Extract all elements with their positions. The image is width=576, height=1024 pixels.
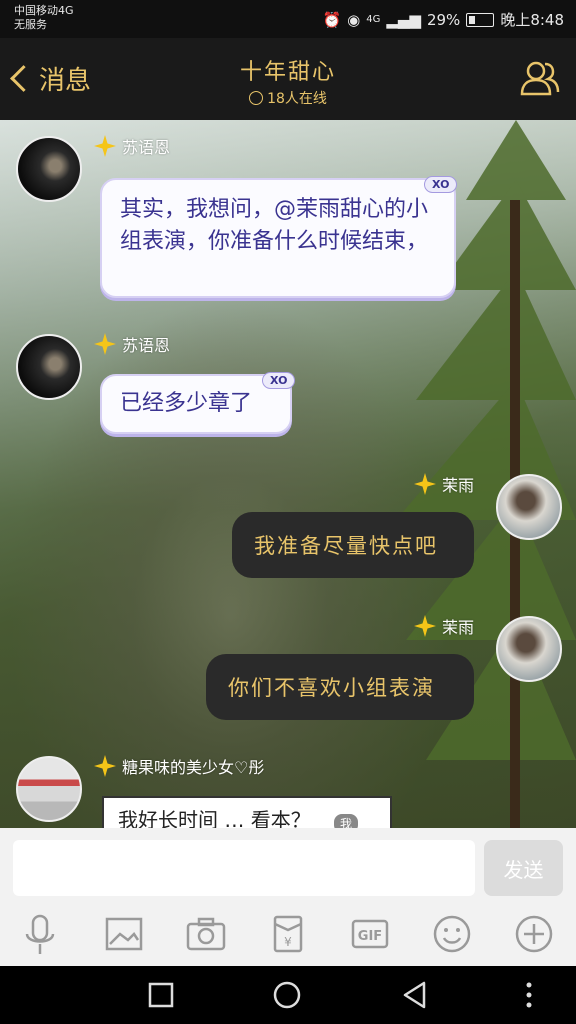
sender-name: 茉雨 [414, 472, 474, 496]
battery-percent: 29% [426, 10, 461, 29]
message-text: 我好长时间 … 看本？ [118, 808, 311, 828]
group-title: 十年甜心 [239, 60, 336, 85]
avatar-mo-yu[interactable] [496, 616, 562, 682]
group-members-icon[interactable] [518, 56, 562, 100]
sender-name: 苏语恩 [94, 332, 170, 356]
sparkle-icon [94, 333, 116, 355]
status-bar: 中国移动4G 无服务 ⏰ ◉ 4G ▂▄▆ 29% 晚上8:48 [0, 0, 576, 38]
alarm-icon: ⏰ [322, 10, 342, 29]
message-bubble[interactable]: 其实，我想问，@茉雨甜心的小组表演，你准备什么时候结束， [100, 178, 456, 298]
eye-icon: ◉ [347, 10, 361, 29]
xo-badge: XO [262, 372, 296, 389]
carrier-name: 中国移动4G [14, 4, 74, 17]
message-bubble[interactable]: 我准备尽量快点吧 [232, 512, 474, 578]
recent-apps-icon[interactable] [146, 980, 176, 1010]
message-text: 已经多少章了 [120, 391, 253, 416]
sender-name: 茉雨 [414, 614, 474, 638]
network-label: 4G [366, 14, 381, 25]
emoji-icon[interactable] [430, 912, 474, 956]
xo-badge: XO [424, 176, 458, 193]
plus-icon[interactable] [512, 912, 556, 956]
online-count: 18人在线 [0, 88, 576, 108]
chat-header: 消息 十年甜心 18人在线 [0, 38, 576, 120]
microphone-icon[interactable] [18, 912, 62, 956]
sparkle-icon [94, 755, 116, 777]
sender-name: 糖果味的美少女♡彤 [94, 754, 264, 778]
gif-icon[interactable]: GIF [348, 912, 392, 956]
input-bar: 发送 [0, 828, 576, 900]
carrier-info: 中国移动4G 无服务 [14, 4, 74, 32]
avatar-su-yuen[interactable] [16, 334, 82, 400]
battery-icon [466, 12, 495, 27]
message-bubble[interactable]: 你们不喜欢小组表演 [206, 654, 474, 720]
send-button[interactable]: 发送 [484, 840, 563, 896]
sparkle-icon [94, 135, 116, 157]
red-packet-icon[interactable]: ¥ [266, 912, 310, 956]
chat-area[interactable]: 苏语恩 其实，我想问，@茉雨甜心的小组表演，你准备什么时候结束， XO 苏语恩 … [0, 120, 576, 828]
input-toolbar: ¥ GIF [0, 900, 576, 966]
clock: 晚上8:48 [500, 11, 564, 29]
more-options-icon[interactable] [514, 980, 544, 1010]
signal-icon: ▂▄▆ [386, 10, 421, 29]
chevron-down-circle-icon[interactable] [249, 91, 264, 105]
sparkle-icon [414, 615, 436, 637]
back-nav-icon[interactable] [400, 980, 430, 1010]
message-text: 你们不喜欢小组表演 [228, 676, 435, 700]
reply-tag: 我 [334, 814, 359, 828]
message-text: 我准备尽量快点吧 [254, 534, 438, 558]
message-input[interactable] [13, 840, 475, 896]
currency-symbol: ¥ [284, 935, 292, 949]
camera-icon[interactable] [184, 912, 228, 956]
avatar-su-yuen[interactable] [16, 136, 82, 202]
avatar-mo-yu[interactable] [496, 474, 562, 540]
status-icons: ⏰ ◉ 4G ▂▄▆ 29% 晚上8:48 [322, 9, 564, 30]
gif-label: GIF [358, 929, 382, 944]
online-label: 18人在线 [267, 91, 327, 107]
sparkle-icon [414, 473, 436, 495]
system-nav-bar [0, 966, 576, 1024]
carrier-status: 无服务 [14, 18, 47, 31]
image-icon[interactable] [102, 912, 146, 956]
message-text: 其实，我想问，@茉雨甜心的小组表演，你准备什么时候结束， [120, 197, 429, 254]
avatar-tang-guo[interactable] [16, 756, 82, 822]
sender-name: 苏语恩 [94, 134, 170, 158]
home-icon[interactable] [272, 980, 302, 1010]
